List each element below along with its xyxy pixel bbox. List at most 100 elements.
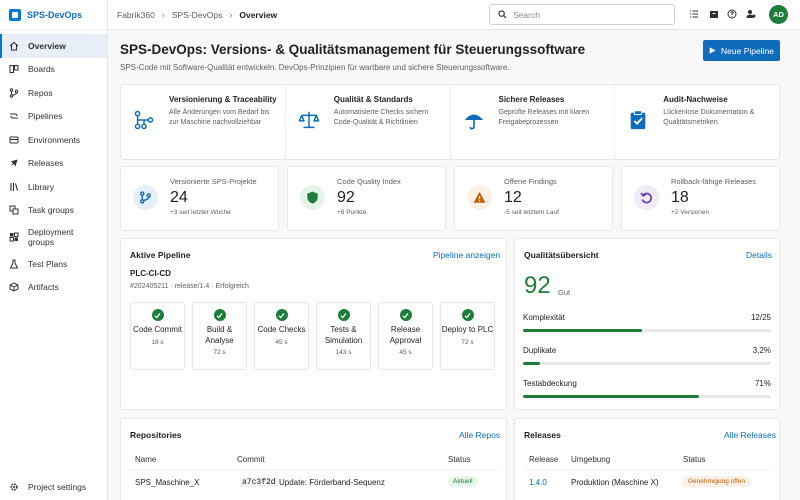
user-settings-icon[interactable] bbox=[746, 9, 756, 19]
column-header[interactable]: Status bbox=[448, 455, 471, 464]
artifacts-icon bbox=[9, 282, 19, 292]
pipeline-stage[interactable]: Release Approval 45 s bbox=[378, 302, 433, 370]
releases-title: Releases bbox=[524, 430, 561, 440]
pipeline-stage[interactable]: Code Checks 45 s bbox=[254, 302, 309, 370]
breadcrumb-item[interactable]: Fabrik360 bbox=[117, 10, 155, 20]
feature-quality: Qualität & Standards Automatisierte Chec… bbox=[286, 85, 451, 159]
check-icon bbox=[213, 309, 226, 321]
stage-name: Code Checks bbox=[257, 325, 306, 334]
check-icon bbox=[275, 309, 288, 321]
task-groups-icon bbox=[9, 205, 19, 215]
status-badge: Genehmigung offen bbox=[682, 476, 751, 487]
project-settings-link[interactable]: Project settings bbox=[9, 482, 86, 492]
stage-name: Code Commit bbox=[133, 325, 182, 334]
pipeline-link[interactable]: Pipeline anzeigen bbox=[433, 250, 500, 260]
sidebar-item-releases[interactable]: Releases bbox=[0, 152, 107, 176]
sidebar-item-label: Pipelines bbox=[28, 111, 63, 122]
sidebar-item-label: Test Plans bbox=[28, 258, 68, 269]
metric-test-coverage: Testabdeckung 71% bbox=[523, 379, 771, 398]
help-icon[interactable] bbox=[727, 9, 737, 19]
stat-value: 92 bbox=[337, 189, 355, 206]
feature-desc: Lückenlose Dokumentation & Qualitätsmetr… bbox=[663, 109, 755, 126]
sidebar-item-task-groups[interactable]: Task groups bbox=[0, 199, 107, 223]
check-icon bbox=[399, 309, 412, 321]
pipeline-name: PLC-CI-CD bbox=[130, 269, 171, 278]
stage-name: Tests & Simulation bbox=[324, 325, 363, 345]
search-placeholder: Search bbox=[513, 9, 540, 20]
column-header[interactable]: Umgebung bbox=[571, 455, 610, 464]
task-list-icon[interactable] bbox=[689, 9, 699, 19]
feature-desc: Automatisierte Checks sichern Code-Quali… bbox=[333, 109, 429, 126]
sidebar-item-boards[interactable]: Boards bbox=[0, 58, 107, 82]
sidebar-item-pipelines[interactable]: Pipelines bbox=[0, 105, 107, 129]
stat-label: Versionierte SPS-Projekte bbox=[170, 177, 257, 186]
all-releases-link[interactable]: Alle Releases bbox=[724, 430, 776, 440]
quality-grade: Gut bbox=[558, 288, 571, 297]
quality-score: 92 bbox=[524, 272, 551, 299]
sidebar-item-deployment-groups[interactable]: Deployment groups bbox=[0, 222, 107, 252]
boards-icon bbox=[9, 64, 19, 74]
new-pipeline-label: Neue Pipeline bbox=[721, 45, 774, 56]
stage-duration: 72 s bbox=[213, 349, 226, 356]
metric-value: 12/25 bbox=[750, 313, 771, 322]
feature-audit: Audit-Nachweise Lückenlose Dokumentation… bbox=[615, 85, 779, 159]
stat-sub: +8 Punkte bbox=[337, 209, 367, 216]
stat-value: 24 bbox=[170, 189, 188, 206]
stat-card-rollback: Rollback-fähige Releases 18 +2 Versionen bbox=[621, 166, 780, 231]
repo-name[interactable]: SPS_Maschine_X bbox=[135, 478, 199, 487]
stage-duration: 72 s bbox=[461, 338, 474, 346]
all-repos-link[interactable]: Alle Repos bbox=[459, 430, 500, 440]
sidebar-item-overview[interactable]: Overview bbox=[0, 34, 107, 58]
search-input[interactable]: Search bbox=[489, 4, 675, 25]
feature-title: Qualität & Standards bbox=[333, 95, 413, 104]
avatar[interactable]: AD bbox=[769, 5, 788, 24]
sidebar-header[interactable]: SPS-DevOps bbox=[0, 0, 107, 30]
pipeline-stage[interactable]: Deploy to PLC 72 s bbox=[440, 302, 495, 370]
column-header[interactable]: Name bbox=[135, 455, 156, 464]
feature-versioning: Versionierung & Traceability Alle Änderu… bbox=[121, 85, 286, 159]
commit-hash[interactable]: a7c3f2d bbox=[240, 478, 278, 487]
feature-releases: Sichere Releases Geprüfte Releases mit k… bbox=[451, 85, 616, 159]
feature-title: Versionierung & Traceability bbox=[169, 95, 277, 104]
column-header[interactable]: Commit bbox=[237, 455, 265, 464]
metric-complexity: Komplexität 12/25 bbox=[523, 313, 771, 332]
marketplace-icon[interactable] bbox=[709, 9, 719, 19]
sidebar-item-library[interactable]: Library bbox=[0, 175, 107, 199]
sidebar-item-label: Overview bbox=[28, 40, 66, 51]
commit-message: Update: Förderband-Sequenz bbox=[279, 478, 385, 487]
column-header[interactable]: Release bbox=[529, 455, 558, 464]
chevron-right-icon: › bbox=[229, 9, 233, 20]
metric-bar bbox=[523, 395, 771, 398]
sidebar-item-repos[interactable]: Repos bbox=[0, 81, 107, 105]
pipeline-stage[interactable]: Tests & Simulation 143 s bbox=[316, 302, 371, 370]
metric-bar-fill bbox=[523, 395, 700, 398]
pipeline-stage[interactable]: Code Commit 18 s bbox=[130, 302, 185, 370]
sidebar-item-environments[interactable]: Environments bbox=[0, 128, 107, 152]
sidebar-nav: Overview Boards Repos Pipelines Environm… bbox=[0, 34, 107, 299]
breadcrumb-item[interactable]: SPS-DevOps bbox=[172, 10, 223, 20]
stat-card-quality-index: Code Quality Index 92 +8 Punkte bbox=[287, 166, 446, 231]
feature-title: Audit-Nachweise bbox=[663, 95, 728, 104]
pipeline-stage[interactable]: Build & Analyse 72 s bbox=[192, 302, 247, 370]
sidebar-item-label: Repos bbox=[28, 87, 53, 98]
app-logo-icon bbox=[9, 8, 21, 21]
quality-title: Qualitätsübersicht bbox=[524, 250, 599, 260]
stage-duration: 45 s bbox=[399, 349, 412, 356]
metric-value: 71% bbox=[754, 379, 771, 388]
metric-bar bbox=[523, 362, 771, 365]
metric-bar bbox=[523, 329, 771, 332]
sidebar-item-artifacts[interactable]: Artifacts bbox=[0, 276, 107, 300]
divider bbox=[524, 469, 770, 470]
stage-duration: 18 s bbox=[151, 338, 164, 346]
gear-icon bbox=[9, 482, 19, 492]
quality-details-link[interactable]: Details bbox=[746, 250, 772, 260]
release-version[interactable]: 1.4.0 bbox=[529, 478, 547, 487]
sidebar-item-label: Environments bbox=[28, 134, 80, 145]
test-plans-icon bbox=[9, 259, 19, 269]
column-header[interactable]: Status bbox=[683, 455, 706, 464]
metric-label: Komplexität bbox=[523, 313, 565, 322]
branch-icon bbox=[133, 185, 158, 210]
sidebar-item-test-plans[interactable]: Test Plans bbox=[0, 252, 107, 276]
metric-label: Testabdeckung bbox=[523, 379, 577, 388]
new-pipeline-button[interactable]: Neue Pipeline bbox=[703, 40, 780, 61]
